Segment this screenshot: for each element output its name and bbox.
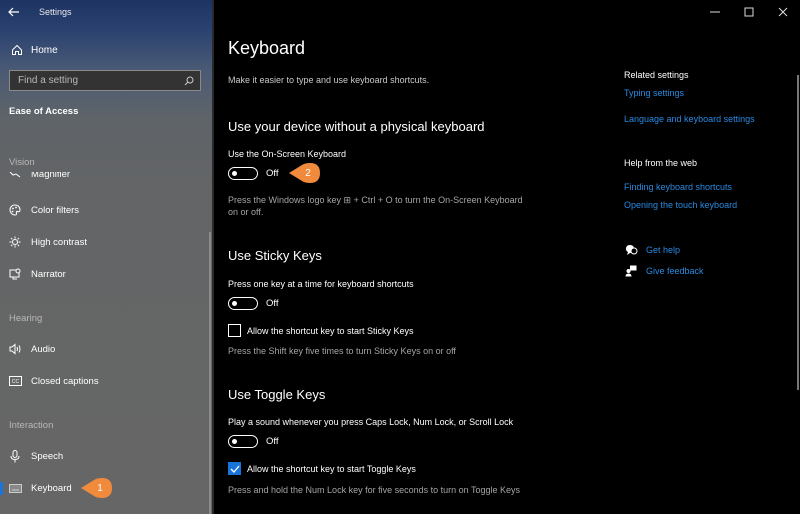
toggle-state: Off <box>266 436 279 447</box>
search-icon[interactable] <box>184 76 194 86</box>
callout-badge-2: 2 <box>288 163 322 183</box>
sidebar-item-color-filters[interactable]: Color filters <box>0 198 204 222</box>
section-title-toggle-keys: Use Toggle Keys <box>228 387 326 402</box>
sidebar-item-audio[interactable]: Audio <box>0 337 204 361</box>
sticky-keys-hint: Press the Shift key five times to turn S… <box>228 346 456 356</box>
get-help-link[interactable]: Get help <box>646 245 680 255</box>
onscreen-keyboard-toggle[interactable]: Off <box>228 167 279 180</box>
sidebar-scrollbar[interactable] <box>209 232 211 514</box>
related-settings-heading: Related settings <box>624 70 689 80</box>
title-bar: Settings <box>0 0 212 24</box>
checkbox-box[interactable] <box>228 462 241 475</box>
sidebar-item-high-contrast[interactable]: High contrast <box>0 230 204 254</box>
search-box[interactable] <box>9 70 201 91</box>
closed-captions-label: Closed captions <box>31 375 99 387</box>
toggle-track[interactable] <box>228 167 258 180</box>
speech-label: Speech <box>31 450 64 462</box>
main-content: Keyboard Make it easier to type and use … <box>228 0 608 514</box>
group-label-interaction: Interaction <box>9 420 54 431</box>
finding-keyboard-shortcuts-link[interactable]: Finding keyboard shortcuts <box>624 182 732 192</box>
main-scrollbar[interactable] <box>797 75 799 390</box>
microphone-icon <box>8 449 22 463</box>
get-help-row[interactable]: Get help <box>624 244 680 256</box>
back-button[interactable] <box>0 0 28 24</box>
sticky-keys-label: Press one key at a time for keyboard sho… <box>228 279 414 289</box>
magnifier-icon <box>8 172 22 178</box>
page-title: Keyboard <box>228 38 306 58</box>
onscreen-keyboard-hint: Press the Windows logo key ⊞ + Ctrl + O … <box>228 195 523 217</box>
home-label: Home <box>31 44 58 56</box>
audio-label: Audio <box>31 343 56 355</box>
sidebar: Settings Home Ease of Access Vision Magn… <box>0 0 212 514</box>
checkbox-label: Allow the shortcut key to start Toggle K… <box>247 463 416 474</box>
group-label-hearing: Hearing <box>9 313 43 324</box>
callout-number-1: 1 <box>97 482 103 494</box>
high-contrast-icon <box>8 236 22 248</box>
color-filters-icon <box>8 204 22 216</box>
callout-badge-1: 1 <box>80 478 114 498</box>
category-title: Ease of Access <box>9 106 79 117</box>
checkmark-icon <box>230 465 239 473</box>
svg-text:CC: CC <box>11 379 19 385</box>
language-keyboard-settings-link[interactable]: Language and keyboard settings <box>624 114 755 124</box>
toggle-keys-label: Play a sound whenever you press Caps Loc… <box>228 417 514 427</box>
closed-captions-icon: CC <box>8 376 22 386</box>
keyboard-label: Keyboard <box>31 482 72 494</box>
toggle-state: Off <box>266 298 279 309</box>
callout-number-2: 2 <box>305 167 311 179</box>
sidebar-item-closed-captions[interactable]: CC Closed captions <box>0 369 204 393</box>
high-contrast-label: High contrast <box>31 236 87 248</box>
sidebar-item-magnifier[interactable]: Magnifier <box>0 172 204 186</box>
search-input[interactable] <box>18 75 178 86</box>
back-arrow-icon <box>8 7 19 17</box>
opening-touch-keyboard-link[interactable]: Opening the touch keyboard <box>624 200 737 210</box>
audio-icon <box>8 343 22 355</box>
toggle-track[interactable] <box>228 297 258 310</box>
typing-settings-link[interactable]: Typing settings <box>624 88 684 98</box>
sidebar-item-home[interactable]: Home <box>0 40 212 60</box>
narrator-label: Narrator <box>31 268 66 280</box>
app-title: Settings <box>39 7 72 17</box>
page-description: Make it easier to type and use keyboard … <box>228 75 430 85</box>
section-title-sticky-keys: Use Sticky Keys <box>228 248 322 263</box>
keyboard-icon <box>8 483 22 493</box>
section-title-onscreen-keyboard: Use your device without a physical keybo… <box>228 119 485 134</box>
toggle-thumb <box>232 438 237 444</box>
sticky-keys-shortcut-checkbox[interactable]: Allow the shortcut key to start Sticky K… <box>228 324 414 337</box>
toggle-thumb <box>232 170 237 176</box>
help-from-web-heading: Help from the web <box>624 158 698 168</box>
toggle-state: Off <box>266 168 279 179</box>
checkbox-box[interactable] <box>228 324 241 337</box>
sidebar-divider <box>212 0 214 514</box>
toggle-thumb <box>232 300 237 306</box>
onscreen-keyboard-label: Use the On-Screen Keyboard <box>228 149 347 159</box>
give-feedback-link[interactable]: Give feedback <box>646 266 704 276</box>
checkbox-label: Allow the shortcut key to start Sticky K… <box>247 325 414 336</box>
toggle-keys-hint: Press and hold the Num Lock key for five… <box>228 485 520 495</box>
toggle-keys-shortcut-checkbox[interactable]: Allow the shortcut key to start Toggle K… <box>228 462 416 475</box>
color-filters-label: Color filters <box>31 204 80 216</box>
give-feedback-row[interactable]: Give feedback <box>624 265 704 277</box>
sticky-keys-toggle[interactable]: Off <box>228 297 279 310</box>
narrator-icon <box>8 268 22 280</box>
group-label-vision: Vision <box>9 157 35 168</box>
sidebar-item-narrator[interactable]: Narrator <box>0 262 204 286</box>
give-feedback-icon <box>624 265 638 277</box>
get-help-icon <box>624 244 638 256</box>
toggle-track[interactable] <box>228 435 258 448</box>
home-icon <box>9 44 25 56</box>
sidebar-item-speech[interactable]: Speech <box>0 444 204 468</box>
toggle-keys-toggle[interactable]: Off <box>228 435 279 448</box>
related-panel: Related settings Typing settings Languag… <box>624 0 789 514</box>
magnifier-label: Magnifier <box>31 172 71 180</box>
